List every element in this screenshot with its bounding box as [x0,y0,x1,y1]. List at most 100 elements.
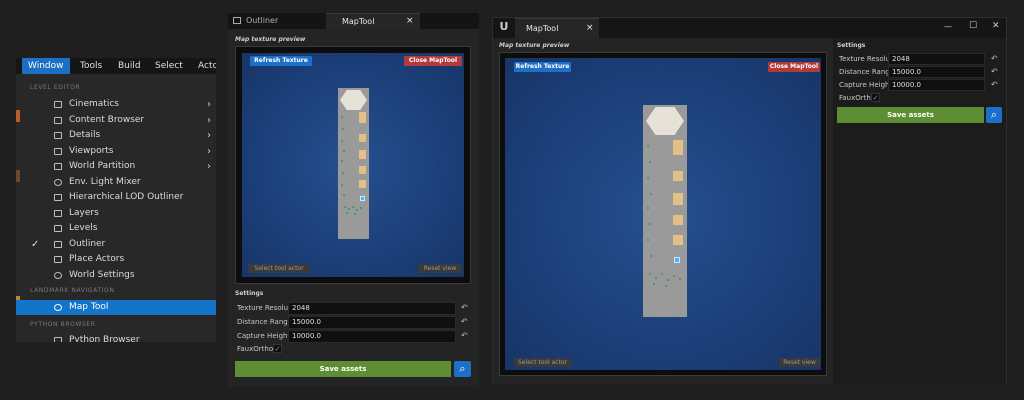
menu-item-world-partition[interactable]: World Partition › [16,159,216,174]
tab-outliner[interactable]: Outliner [228,13,326,29]
menu-item-outliner[interactable]: ✓ Outliner [16,237,216,252]
close-maptool-button[interactable]: Close MapTool [768,62,820,72]
distance-range-label: Distance Range [237,318,293,326]
close-tab-icon[interactable]: × [586,23,594,33]
details-icon [54,132,62,139]
menu-item-python-browser[interactable]: Python Browser [16,333,216,342]
menu-item-world-settings[interactable]: World Settings [16,268,216,283]
content-browser-icon [54,117,62,124]
tab-bar: Outliner MapTool × [228,13,479,29]
foliage-dot [346,212,348,214]
level-crate [673,235,683,245]
distance-range-input[interactable]: 15000.0 [888,66,985,78]
settings-title: Settings [837,42,866,49]
preview-section-title: Map texture preview [499,42,570,49]
foliage-dot [341,160,343,162]
world-settings-icon [54,272,62,279]
select-tool-actor-button[interactable]: Select tool actor [248,264,310,273]
viewports-icon [54,148,62,155]
level-crate [359,166,366,174]
search-icon[interactable]: ⌕ [454,361,471,377]
cinematics-icon [54,101,62,108]
maptool-window: U MapTool × — ☐ ✕ Map texture preview Re… [492,17,1007,384]
maptool-panel-docked: Outliner MapTool × Map texture preview R… [228,13,479,387]
foliage-dot [342,128,344,130]
menu-item-place-actors[interactable]: Place Actors [16,252,216,267]
refresh-texture-button[interactable]: Refresh Texture [250,56,312,66]
texture-resolution-input[interactable]: 2048 [288,302,456,315]
map-texture-preview[interactable]: Refresh Texture Close MapTool Select too… [242,53,464,277]
capture-height-label: Capture Height [237,332,291,340]
level-landmark [340,90,367,110]
foliage-dot [649,223,651,225]
foliage-dot [647,207,649,209]
faux-ortho-checkbox[interactable]: ✓ [273,344,282,353]
reset-arrow-icon[interactable]: ↶ [461,317,468,326]
reset-arrow-icon[interactable]: ↶ [991,54,998,63]
reset-arrow-icon[interactable]: ↶ [461,331,468,340]
capture-height-input[interactable]: 10000.0 [888,79,985,91]
foliage-dot [342,172,344,174]
close-tab-icon[interactable]: × [406,16,414,26]
menu-item-env-light-mixer[interactable]: Env. Light Mixer [16,175,216,190]
capture-height-input[interactable]: 10000.0 [288,330,456,343]
world-partition-icon [54,163,62,170]
save-assets-button[interactable]: Save assets [837,107,984,123]
close-maptool-button[interactable]: Close MapTool [404,56,462,66]
menubar-window[interactable]: Window [22,58,70,74]
level-crate [359,134,366,142]
distance-range-input[interactable]: 15000.0 [288,316,456,329]
reset-view-button[interactable]: Reset view [418,264,462,273]
reset-arrow-icon[interactable]: ↶ [991,80,998,89]
reset-arrow-icon[interactable]: ↶ [461,303,468,312]
map-texture-preview[interactable]: Refresh Texture Close MapTool Select too… [505,58,821,370]
menu-item-map-tool[interactable]: Map Tool [16,300,216,315]
menu-item-content-browser[interactable]: Content Browser › [16,113,216,128]
foliage-dot [647,239,649,241]
level-crate [359,180,366,188]
foliage-dot [360,207,362,209]
level-crate [673,171,683,181]
reset-arrow-icon[interactable]: ↶ [991,67,998,76]
window-titlebar: U MapTool × — ☐ ✕ [493,18,1006,38]
maximize-icon[interactable]: ☐ [969,21,977,31]
texture-resolution-input[interactable]: 2048 [888,53,985,65]
submenu-arrow-icon: › [207,115,211,126]
save-assets-button[interactable]: Save assets [235,361,451,377]
refresh-texture-button[interactable]: Refresh Texture [514,62,571,72]
hlod-icon [54,194,62,201]
select-tool-actor-button[interactable]: Select tool actor [514,358,571,367]
light-mixer-icon [54,179,62,186]
menu-item-cinematics[interactable]: Cinematics › [16,97,216,112]
submenu-arrow-icon: › [207,146,211,157]
foliage-dot [343,150,345,152]
menu-item-details[interactable]: Details › [16,128,216,143]
level-crate [673,193,683,205]
search-icon[interactable]: ⌕ [986,107,1002,123]
foliage-dot [665,285,667,287]
menubar-select[interactable]: Select [149,58,189,74]
foliage-dot [673,275,675,277]
close-window-icon[interactable]: ✕ [992,21,1000,31]
foliage-dot [655,277,657,279]
map-preview-frame: Refresh Texture Close MapTool Select too… [235,46,471,284]
tab-maptool-window[interactable]: MapTool × [515,18,599,38]
menubar-build[interactable]: Build [112,58,147,74]
preview-area: Map texture preview Refresh Texture Clos… [493,38,833,384]
menu-item-levels[interactable]: Levels [16,221,216,236]
map-tool-icon [54,304,62,311]
menu-item-hlod-outliner[interactable]: Hierarchical LOD Outliner [16,190,216,205]
menubar-actor[interactable]: Actor [192,58,216,74]
faux-ortho-checkbox[interactable]: ✓ [871,93,880,102]
preview-section-title: Map texture preview [235,36,306,43]
reset-view-button[interactable]: Reset view [779,358,820,367]
outliner-icon [233,17,241,24]
level-crate [359,150,366,159]
menu-item-viewports[interactable]: Viewports › [16,144,216,159]
minimize-icon[interactable]: — [944,22,952,31]
menu-item-layers[interactable]: Layers [16,206,216,221]
menubar-tools[interactable]: Tools [74,58,108,74]
foliage-dot [650,255,652,257]
foliage-dot [650,193,652,195]
tab-maptool[interactable]: MapTool × [326,13,420,29]
